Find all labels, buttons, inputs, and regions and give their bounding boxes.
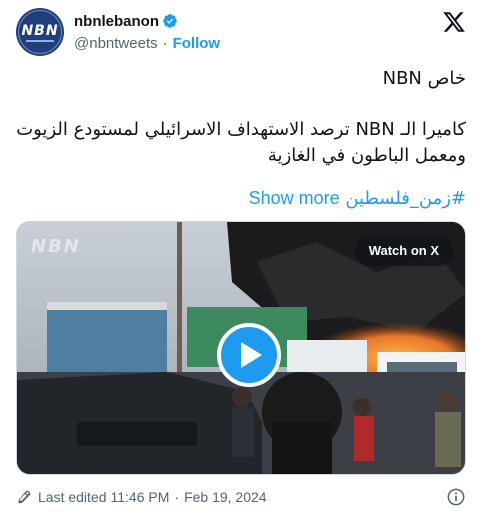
- avatar-logo: NBN: [21, 23, 59, 39]
- tweet-text-hashtag-row: #زمن_فلسطين Show more: [16, 185, 466, 212]
- info-icon[interactable]: [446, 487, 466, 507]
- edit-pencil-icon: [18, 490, 31, 504]
- handle-separator: ·: [162, 34, 168, 52]
- play-button[interactable]: [217, 323, 281, 387]
- follow-button[interactable]: Follow: [173, 35, 221, 52]
- play-icon: [241, 342, 262, 368]
- display-name[interactable]: nbnlebanon: [74, 13, 159, 30]
- tweet-time[interactable]: 11:46 PM: [111, 489, 170, 505]
- avatar[interactable]: NBN: [16, 8, 64, 56]
- tweet-text-line1: خاص NBN: [382, 68, 466, 89]
- x-logo-icon[interactable]: [442, 10, 466, 34]
- hashtag-link[interactable]: #زمن_فلسطين: [345, 188, 466, 209]
- tweet-header: NBN nbnlebanon @nbntweets · Follow: [16, 8, 466, 56]
- video-media[interactable]: NBN Watch on X: [16, 221, 466, 475]
- footer-separator: ·: [174, 489, 180, 505]
- tweet-card: NBN nbnlebanon @nbntweets · Follow خاص N…: [0, 0, 482, 522]
- tweet-footer: Last edited 11:46 PM · Feb 19, 2024: [16, 486, 466, 508]
- verified-badge-icon: [163, 14, 177, 28]
- handle[interactable]: @nbntweets: [74, 35, 158, 52]
- author-names: nbnlebanon @nbntweets · Follow: [74, 10, 220, 54]
- avatar-logo-underline: [26, 40, 54, 42]
- video-watermark: NBN: [31, 236, 81, 257]
- show-more-link[interactable]: Show more: [249, 188, 340, 208]
- tweet-date[interactable]: Feb 19, 2024: [184, 489, 267, 505]
- tweet-text-body: كاميرا الـ NBN ترصد الاستهداف الاسرائيلي…: [16, 119, 466, 166]
- watch-on-x-button[interactable]: Watch on X: [354, 236, 453, 266]
- edited-label[interactable]: Last edited: [38, 489, 107, 505]
